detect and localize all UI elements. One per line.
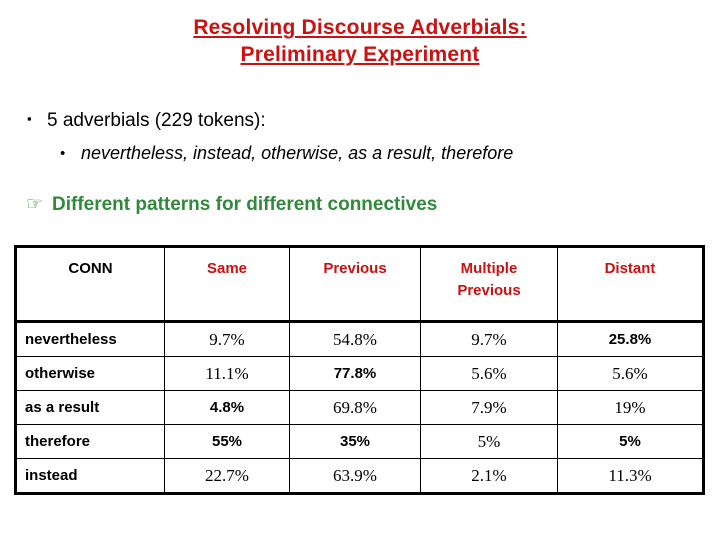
- table-row: nevertheless 9.7% 54.8% 9.7% 25.8%: [15, 321, 704, 357]
- bullet-level-1-text: 5 adverbials (229 tokens):: [47, 110, 266, 131]
- table-cell: 5%: [557, 424, 704, 459]
- round-bullet-icon: •: [60, 145, 66, 162]
- column-header-multiple-previous-line2: Previous: [457, 282, 521, 299]
- row-label-nevertheless: nevertheless: [15, 321, 165, 357]
- table-cell: 9.7%: [420, 321, 558, 357]
- table-cell: 22.7%: [164, 458, 290, 494]
- row-label-otherwise: otherwise: [15, 356, 165, 391]
- table-cell: 11.3%: [557, 458, 704, 494]
- table-row: therefore 55% 35% 5% 5%: [15, 424, 704, 459]
- bullet-level-2-text: nevertheless, instead, otherwise, as a r…: [81, 143, 514, 163]
- title-line-1: Resolving Discourse Adverbials:: [193, 16, 527, 39]
- bullet-level-1: ▪ 5 adverbials (229 tokens):: [27, 106, 266, 134]
- row-label-as-a-result: as a result: [15, 390, 165, 425]
- column-header-multiple-previous-line1: Multiple: [460, 260, 518, 277]
- table-header-row: CONN Same Previous Multiple Previous Dis…: [15, 246, 704, 323]
- table-cell: 69.8%: [289, 390, 421, 425]
- table-cell: 35%: [289, 424, 421, 459]
- row-label-instead: instead: [15, 458, 165, 494]
- table-cell: 2.1%: [420, 458, 558, 494]
- table-cell: 55%: [164, 424, 290, 459]
- pointing-hand-icon: ☞: [26, 194, 44, 215]
- table-cell: 9.7%: [164, 321, 290, 357]
- table-cell: 4.8%: [164, 390, 290, 425]
- column-header-previous: Previous: [289, 246, 421, 323]
- table-cell: 7.9%: [420, 390, 558, 425]
- table-cell: 19%: [557, 390, 704, 425]
- table-cell: 77.8%: [289, 356, 421, 391]
- bullet-level-2: • nevertheless, instead, otherwise, as a …: [60, 141, 513, 166]
- slide-title: Resolving Discourse Adverbials: Prelimin…: [0, 14, 720, 68]
- row-label-therefore: therefore: [15, 424, 165, 459]
- title-line-2: Preliminary Experiment: [240, 43, 480, 66]
- table-row: as a result 4.8% 69.8% 7.9% 19%: [15, 390, 704, 425]
- highlight-text: Different patterns for different connect…: [52, 194, 438, 215]
- table-cell: 5%: [420, 424, 558, 459]
- column-header-multiple-previous: Multiple Previous: [420, 246, 558, 323]
- table-row: instead 22.7% 63.9% 2.1% 11.3%: [15, 458, 704, 494]
- square-bullet-icon: ▪: [27, 111, 32, 126]
- column-header-same: Same: [164, 246, 290, 323]
- results-table: CONN Same Previous Multiple Previous Dis…: [14, 245, 705, 495]
- table-cell: 63.9%: [289, 458, 421, 494]
- table-cell: 25.8%: [557, 321, 704, 357]
- table-cell: 5.6%: [557, 356, 704, 391]
- column-header-distant: Distant: [557, 246, 704, 323]
- table-cell: 54.8%: [289, 321, 421, 357]
- column-header-conn: CONN: [15, 246, 165, 323]
- highlight-line: ☞ Different patterns for different connec…: [26, 192, 437, 218]
- table-cell: 11.1%: [164, 356, 290, 391]
- table-cell: 5.6%: [420, 356, 558, 391]
- table-row: otherwise 11.1% 77.8% 5.6% 5.6%: [15, 356, 704, 391]
